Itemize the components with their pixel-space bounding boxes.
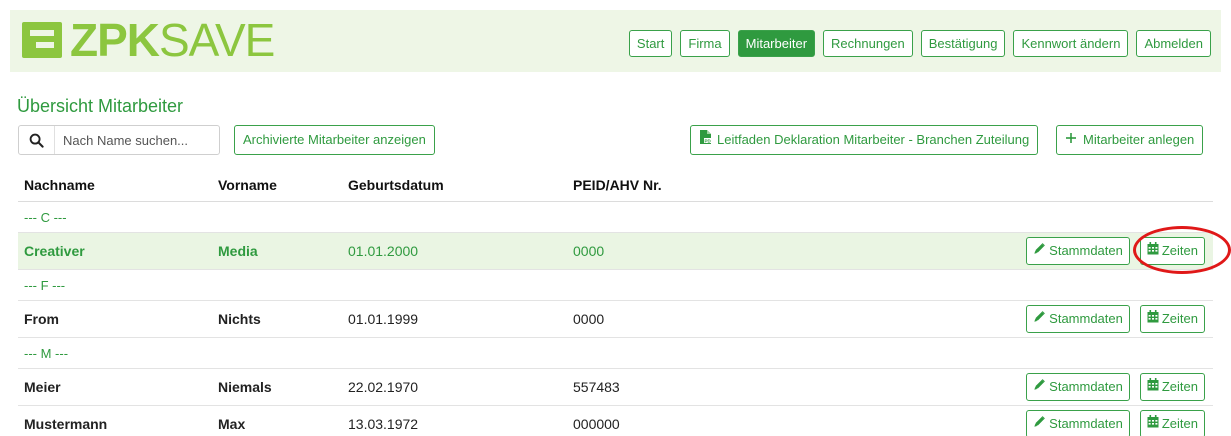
cell-birthdate: 01.01.2000	[348, 243, 419, 259]
pencil-icon	[1033, 411, 1046, 436]
times-button[interactable]: Zeiten	[1139, 373, 1205, 401]
calendar-icon	[1147, 374, 1159, 400]
table-row[interactable]: Meier Niemals 22.02.1970 557483 Stammdat…	[18, 369, 1213, 406]
search-icon[interactable]	[19, 126, 55, 154]
cell-firstname: Max	[218, 416, 246, 432]
calendar-icon	[1147, 306, 1159, 332]
nav-rechnungen[interactable]: Rechnungen	[823, 30, 913, 57]
group-header-c: --- C ---	[18, 202, 1213, 233]
times-label: Zeiten	[1161, 416, 1198, 431]
svg-text:PDF: PDF	[705, 138, 712, 143]
cell-birthdate: 13.03.1972	[348, 416, 419, 432]
employee-table: Nachname Vorname Geburtsdatum PEID/AHV N…	[18, 168, 1213, 436]
main-nav: Start Firma Mitarbeiter Rechnungen Bestä…	[628, 30, 1211, 57]
add-employee-label: Mitarbeiter anlegen	[1083, 132, 1195, 147]
cell-firstname: Media	[218, 243, 258, 259]
pencil-icon	[1033, 238, 1046, 264]
search-input[interactable]	[55, 132, 205, 148]
table-row[interactable]: Mustermann Max 13.03.1972 000000 Stammda…	[18, 406, 1213, 436]
pencil-icon	[1033, 306, 1046, 332]
nav-start[interactable]: Start	[628, 30, 673, 57]
cell-lastname: Creativer	[24, 243, 85, 259]
cell-lastname: Meier	[24, 379, 61, 395]
add-employee-button[interactable]: Mitarbeiter anlegen	[1056, 125, 1204, 155]
group-label: --- F ---	[24, 277, 66, 293]
cell-peid: 000000	[573, 416, 620, 432]
search-box	[18, 125, 220, 155]
master-data-label: Stammdaten	[1049, 311, 1123, 326]
show-archived-label: Archivierte Mitarbeiter anzeigen	[243, 132, 426, 147]
pencil-icon	[1033, 374, 1046, 400]
nav-kennwort-aendern[interactable]: Kennwort ändern	[1013, 30, 1129, 57]
master-data-button[interactable]: Stammdaten	[1026, 373, 1130, 401]
master-data-label: Stammdaten	[1049, 379, 1123, 394]
cell-peid: 0000	[573, 243, 605, 259]
cell-birthdate: 22.02.1970	[348, 379, 419, 395]
brand-logo[interactable]: ZPKSAVE	[22, 14, 275, 66]
times-button[interactable]: Zeiten	[1139, 305, 1205, 333]
group-label: --- C ---	[24, 209, 67, 225]
guide-pdf-button[interactable]: PDF Leitfaden Deklaration Mitarbeiter - …	[690, 125, 1039, 155]
page-title: Übersicht Mitarbeiter	[17, 96, 184, 116]
header-firstname[interactable]: Vorname	[218, 177, 348, 193]
annotation-circle	[1133, 226, 1231, 274]
brand-name: ZPKSAVE	[70, 14, 275, 66]
cell-peid: 557483	[573, 379, 620, 395]
plus-icon	[1065, 126, 1077, 154]
nav-abmelden[interactable]: Abmelden	[1136, 30, 1211, 57]
logo-icon	[22, 22, 62, 58]
cell-peid: 0000	[573, 311, 605, 327]
header-peid[interactable]: PEID/AHV Nr.	[573, 177, 873, 193]
cell-firstname: Niemals	[218, 379, 272, 395]
show-archived-button[interactable]: Archivierte Mitarbeiter anzeigen	[234, 125, 435, 155]
nav-mitarbeiter[interactable]: Mitarbeiter	[737, 30, 816, 57]
nav-firma[interactable]: Firma	[680, 30, 730, 57]
guide-pdf-label: Leitfaden Deklaration Mitarbeiter - Bran…	[717, 132, 1030, 147]
master-data-button[interactable]: Stammdaten	[1026, 410, 1130, 436]
cell-firstname: Nichts	[218, 311, 261, 327]
master-data-label: Stammdaten	[1049, 416, 1123, 431]
header-lastname[interactable]: Nachname	[18, 177, 218, 193]
cell-lastname: Mustermann	[24, 416, 108, 432]
row-actions: Stammdaten Zeiten	[1026, 410, 1205, 436]
table-row[interactable]: From Nichts 01.01.1999 0000 Stammdaten Z…	[18, 301, 1213, 338]
row-actions: Stammdaten Zeiten	[1026, 373, 1205, 401]
group-header-f: --- F ---	[18, 270, 1213, 301]
times-button[interactable]: Zeiten	[1139, 410, 1205, 436]
table-row[interactable]: Creativer Media 01.01.2000 0000 Stammdat…	[18, 233, 1213, 270]
nav-bestaetigung[interactable]: Bestätigung	[920, 30, 1006, 57]
table-header: Nachname Vorname Geburtsdatum PEID/AHV N…	[18, 168, 1213, 202]
group-header-m: --- M ---	[18, 338, 1213, 369]
calendar-icon	[1147, 411, 1159, 436]
row-actions: Stammdaten Zeiten	[1026, 305, 1205, 333]
times-label: Zeiten	[1161, 379, 1198, 394]
group-label: --- M ---	[24, 345, 69, 361]
times-label: Zeiten	[1161, 311, 1198, 326]
master-data-label: Stammdaten	[1049, 243, 1123, 258]
top-header: ZPKSAVE Start Firma Mitarbeiter Rechnung…	[10, 10, 1221, 72]
cell-birthdate: 01.01.1999	[348, 311, 419, 327]
master-data-button[interactable]: Stammdaten	[1026, 305, 1130, 333]
pdf-file-icon: PDF	[699, 126, 714, 154]
header-birthdate[interactable]: Geburtsdatum	[348, 177, 573, 193]
cell-lastname: From	[24, 311, 59, 327]
master-data-button[interactable]: Stammdaten	[1026, 237, 1130, 265]
